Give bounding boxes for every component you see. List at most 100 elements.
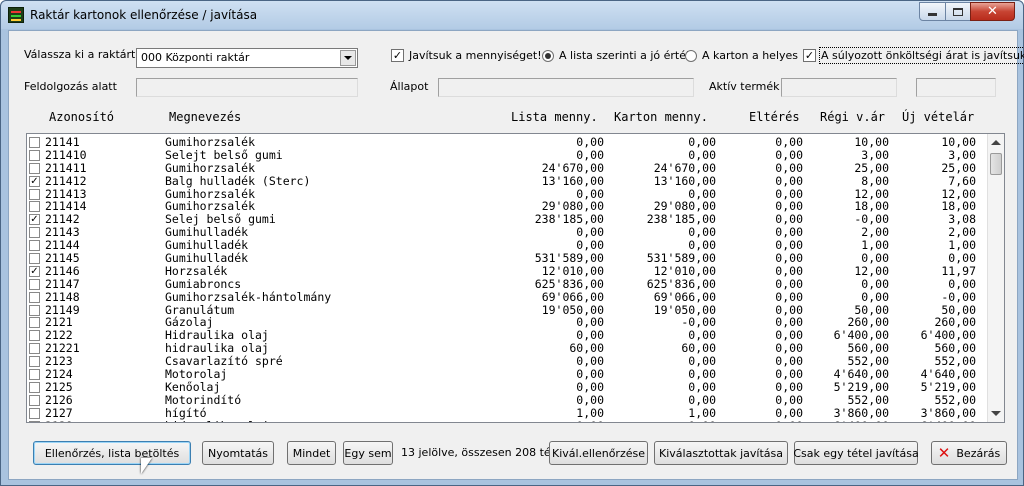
- fix-single-button[interactable]: Csak egy tétel javítása: [793, 441, 919, 465]
- row-checkbox[interactable]: ✓: [29, 265, 40, 277]
- cell-card-qty: 0,00: [688, 419, 716, 422]
- row-checkbox[interactable]: [29, 330, 40, 342]
- row-checkbox[interactable]: ✓: [29, 175, 40, 187]
- row-checkbox[interactable]: [29, 278, 40, 290]
- row-checkbox[interactable]: [29, 227, 40, 239]
- cell-list-qty: 0,00: [576, 392, 604, 407]
- row-checkbox[interactable]: [29, 369, 40, 381]
- cell-new-price: 5'219,00: [920, 379, 976, 394]
- row-checkbox[interactable]: [29, 240, 40, 252]
- col-header-id[interactable]: Azonosító: [49, 110, 114, 124]
- table-row[interactable]: 211411 Gumihorzsalék 24'670,00 24'670,00 0,0…: [27, 160, 987, 175]
- app-window: Raktár kartonok ellenőrzése / javítása ✕…: [0, 0, 1024, 486]
- row-checkbox[interactable]: [29, 420, 40, 422]
- scroll-thumb[interactable]: [990, 153, 1002, 175]
- table-row[interactable]: 2128 hidraulika olaj 0,00 0,00 0,00 6'400,00 6…: [27, 419, 987, 422]
- row-checkbox[interactable]: [29, 253, 40, 265]
- row-checkbox[interactable]: [29, 149, 40, 161]
- cell-new-price: 3'860,00: [920, 405, 976, 420]
- row-checkbox[interactable]: [29, 162, 40, 174]
- radio-list-value[interactable]: A lista szerinti a jó érték: [542, 49, 692, 62]
- table-row[interactable]: 2127 hígító 1,00 1,00 0,00 3'860,00 3'860,00: [27, 405, 987, 420]
- cell-old-price: 25,00: [854, 160, 889, 175]
- table-row[interactable]: 2126 Motorindító 0,00 0,00 0,00 552,00 552,00: [27, 392, 987, 407]
- col-header-name[interactable]: Megnevezés: [169, 110, 241, 124]
- cell-id: 2124: [45, 367, 73, 382]
- row-checkbox[interactable]: [29, 317, 40, 329]
- mouse-cursor-icon: [141, 458, 152, 474]
- minimize-button[interactable]: [919, 2, 946, 21]
- table-row[interactable]: 2124 Motorolaj 0,00 0,00 0,00 4'640,00 4'640,0…: [27, 368, 987, 381]
- check-selected-button[interactable]: Kivál.ellenőrzése: [549, 441, 648, 465]
- app-icon: [8, 7, 24, 23]
- weighted-cost-checkbox[interactable]: ✓ A súlyozott önköltségi árat is javítsu…: [803, 47, 1024, 64]
- col-header-card-qty[interactable]: Karton menny.: [614, 110, 708, 124]
- cell-list-qty: 0,00: [576, 367, 604, 382]
- table-row[interactable]: 21141 Gumihorzsalék 0,00 0,00 0,00 10,00 10,00: [27, 136, 987, 149]
- vertical-scrollbar[interactable]: [987, 134, 1004, 422]
- row-checkbox[interactable]: [29, 343, 40, 355]
- warehouse-select[interactable]: 000 Központi raktár: [136, 48, 358, 68]
- row-checkbox[interactable]: ✓: [29, 214, 40, 226]
- fix-selected-button[interactable]: Kiválasztottak javítása: [654, 441, 788, 465]
- row-checkbox[interactable]: [29, 356, 40, 368]
- row-checkbox[interactable]: [29, 188, 40, 200]
- fix-quantity-checkbox[interactable]: ✓ Javítsuk a mennyiséget!: [391, 49, 542, 62]
- cell-card-qty: 0,00: [688, 379, 716, 394]
- cell-card-qty: 0,00: [688, 367, 716, 382]
- row-checkbox[interactable]: [29, 201, 40, 213]
- fix-quantity-label: Javítsuk a mennyiséget!: [409, 49, 542, 62]
- scroll-down-icon[interactable]: [991, 411, 1001, 416]
- row-checkbox[interactable]: [29, 137, 40, 148]
- load-list-button[interactable]: Ellenőrzés, lista betöltés: [33, 441, 191, 465]
- select-all-button[interactable]: Mindet: [287, 441, 336, 465]
- weighted-cost-box[interactable]: ✓: [803, 49, 816, 62]
- row-checkbox[interactable]: [29, 381, 40, 393]
- title-bar[interactable]: Raktár kartonok ellenőrzése / javítása ✕: [1, 1, 1023, 29]
- maximize-button[interactable]: [945, 2, 971, 21]
- items-table[interactable]: 21141 Gumihorzsalék 0,00 0,00 0,00 10,00 10,00…: [26, 133, 1005, 423]
- radio-card-value[interactable]: A karton a helyes: [685, 49, 798, 62]
- chevron-down-icon[interactable]: [340, 50, 356, 66]
- col-header-new-price[interactable]: Új vételár: [902, 110, 974, 124]
- cell-diff: 0,00: [775, 147, 803, 162]
- cell-card-qty: 531'589,00: [646, 251, 716, 266]
- cell-diff: 0,00: [775, 263, 803, 278]
- close-dialog-button[interactable]: ✕ Bezárás: [931, 441, 1007, 465]
- window-close-button[interactable]: ✕: [970, 2, 1015, 21]
- col-header-old-price[interactable]: Régi v.ár: [820, 110, 885, 124]
- row-checkbox[interactable]: [29, 394, 40, 406]
- warehouse-label: Válassza ki a raktárt: [24, 48, 136, 61]
- table-row[interactable]: ✓ 211412 Balg hulladék (Sterc) 13'160,00 13'…: [27, 173, 987, 188]
- radio-list-dot[interactable]: [542, 49, 554, 62]
- table-row[interactable]: 21145 Gumihulladék 531'589,00 531'589,00 0,0…: [27, 252, 987, 265]
- cell-list-qty: 625'836,00: [534, 276, 604, 291]
- cell-old-price: 5'219,00: [833, 379, 889, 394]
- cell-id: 211412: [45, 173, 87, 188]
- radio-card-dot[interactable]: [685, 49, 697, 62]
- fix-quantity-box[interactable]: ✓: [391, 49, 404, 62]
- row-checkbox[interactable]: [29, 407, 40, 419]
- print-button[interactable]: Nyomtatás: [202, 441, 274, 465]
- table-row[interactable]: ✓ 21146 Horzsalék 12'010,00 12'010,00 0,00 12,…: [27, 265, 987, 278]
- close-icon: ✕: [937, 444, 951, 462]
- cell-diff: 0,00: [775, 173, 803, 188]
- cell-old-price: 3,00: [861, 147, 889, 162]
- select-none-button[interactable]: Egy sem: [343, 441, 393, 465]
- cell-id: 211410: [45, 147, 87, 162]
- cell-new-price: 6'400,00: [921, 419, 976, 422]
- table-row[interactable]: 21148 Gumihorzsalék-hántolmány 69'066,00 69…: [27, 289, 987, 304]
- table-row[interactable]: 2125 Kenőolaj 0,00 0,00 0,00 5'219,00 5'219,00: [27, 381, 987, 394]
- table-row[interactable]: 211410 Selejt belső gumi 0,00 0,00 0,00 3,00 3…: [27, 147, 987, 162]
- row-checkbox[interactable]: [29, 304, 40, 316]
- cell-list-qty: 69'066,00: [541, 289, 604, 304]
- scroll-up-icon[interactable]: [991, 140, 1001, 145]
- cell-id: 2125: [45, 379, 73, 394]
- cell-new-price: 0,00: [948, 251, 976, 266]
- minimize-icon: [928, 13, 937, 16]
- close-button-label: Bezárás: [956, 446, 1001, 460]
- col-header-list-qty[interactable]: Lista menny.: [511, 110, 598, 124]
- col-header-diff[interactable]: Eltérés: [749, 110, 800, 124]
- table-row[interactable]: 21147 Gumiabroncs 625'836,00 625'836,00 0,00…: [27, 276, 987, 291]
- row-checkbox[interactable]: [29, 291, 40, 303]
